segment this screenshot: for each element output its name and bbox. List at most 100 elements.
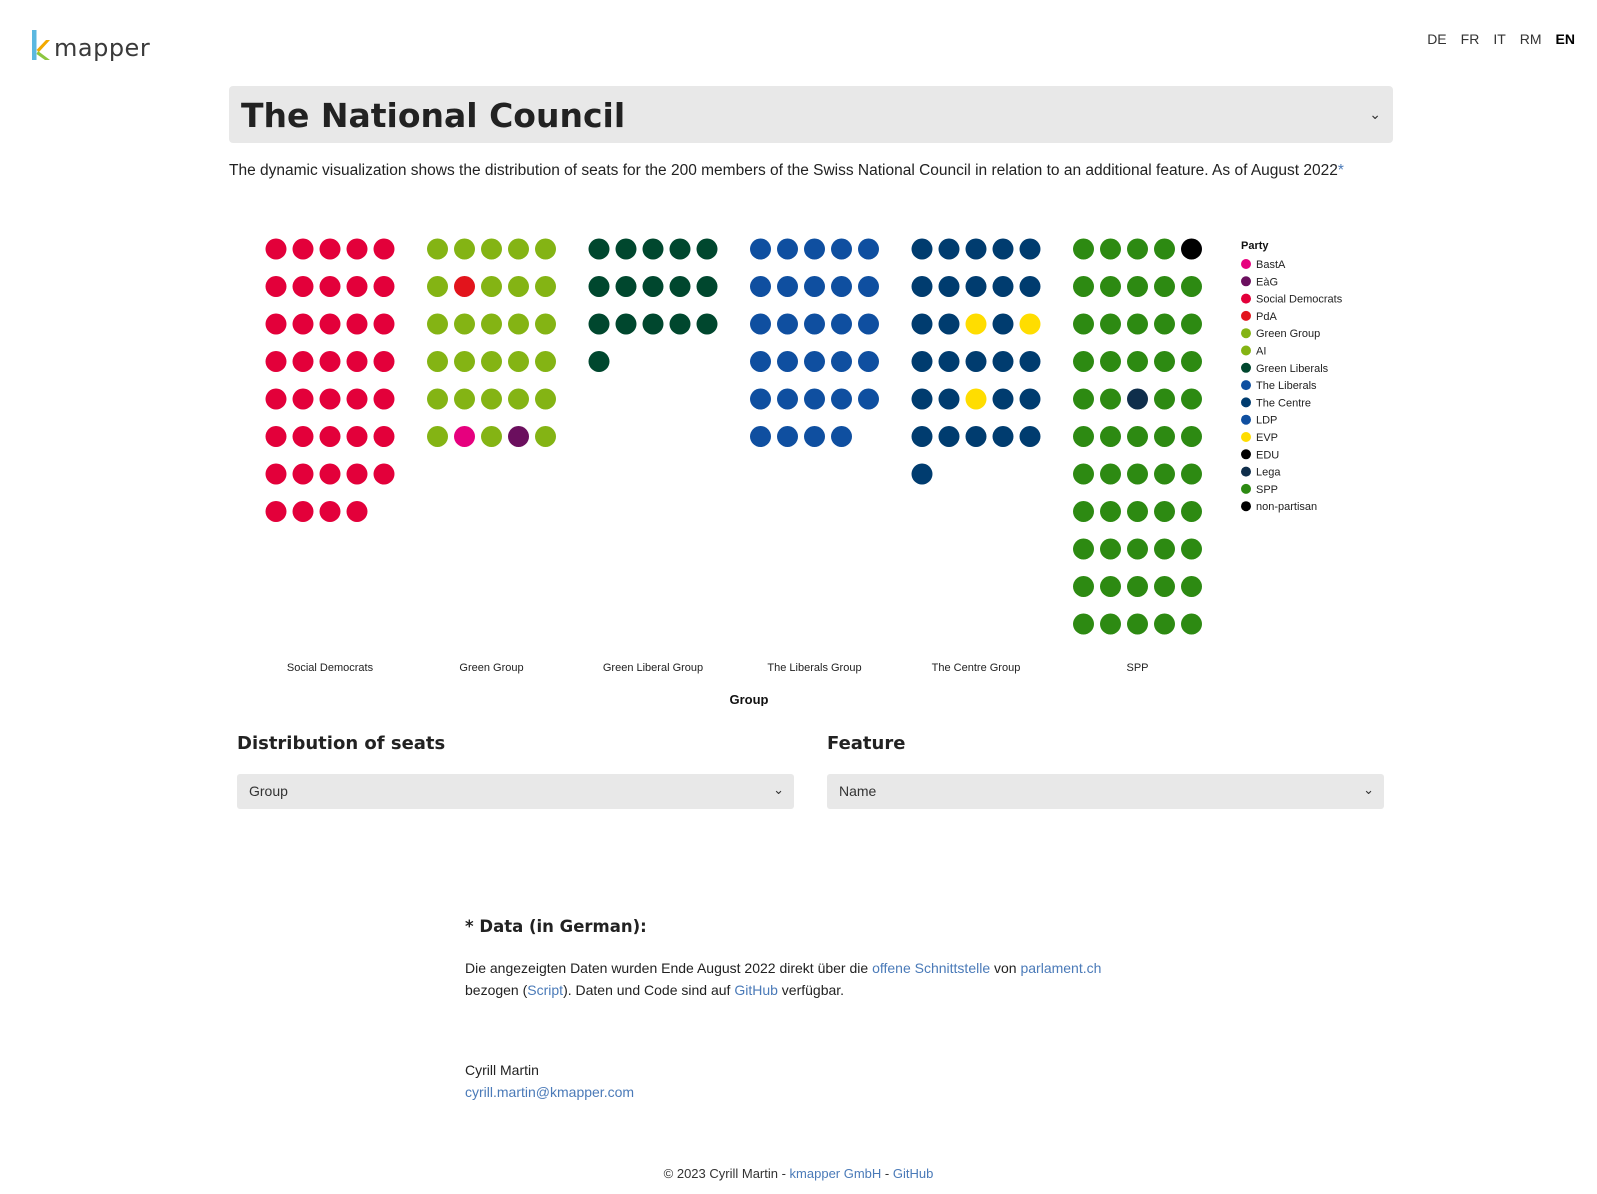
seat-dot[interactable] <box>292 426 314 447</box>
seat-dot[interactable] <box>1154 501 1175 522</box>
seat-dot[interactable] <box>669 238 691 260</box>
seat-dot[interactable] <box>1127 501 1148 522</box>
seat-dot[interactable] <box>777 276 798 297</box>
lang-fr[interactable]: FR <box>1461 31 1480 47</box>
seat-dot[interactable] <box>804 426 825 447</box>
seat-dot[interactable] <box>319 388 341 410</box>
seat-dot[interactable] <box>588 276 610 297</box>
seat-dot[interactable] <box>454 351 475 372</box>
seat-dot[interactable] <box>750 426 771 447</box>
seat-dot[interactable] <box>804 388 825 410</box>
seat-dot[interactable] <box>1127 276 1148 297</box>
seat-dot[interactable] <box>1073 613 1094 635</box>
seat-dot[interactable] <box>992 276 1014 297</box>
seat-dot[interactable] <box>427 426 448 447</box>
seat-dot[interactable] <box>1181 238 1202 260</box>
seat-dot[interactable] <box>265 276 287 297</box>
open-api-link[interactable]: offene Schnittstelle <box>872 960 990 976</box>
seat-dot[interactable] <box>1127 351 1148 372</box>
seat-dot[interactable] <box>427 276 448 297</box>
seat-dot[interactable] <box>750 238 771 260</box>
seat-dot[interactable] <box>1073 538 1094 560</box>
seat-dot[interactable] <box>911 426 933 447</box>
seat-dot[interactable] <box>508 388 529 410</box>
seat-dot[interactable] <box>373 276 395 297</box>
seat-dot[interactable] <box>911 238 933 260</box>
seat-dot[interactable] <box>1073 238 1094 260</box>
seat-dot[interactable] <box>319 351 341 372</box>
seat-dot[interactable] <box>1073 388 1094 410</box>
seat-dot[interactable] <box>1154 576 1175 597</box>
seat-dot[interactable] <box>1181 351 1202 372</box>
seat-dot[interactable] <box>1100 501 1121 522</box>
seat-dot[interactable] <box>265 388 287 410</box>
seat-dot[interactable] <box>696 313 718 335</box>
seat-dot[interactable] <box>1100 576 1121 597</box>
seat-dot[interactable] <box>1154 351 1175 372</box>
seat-dot[interactable] <box>615 313 637 335</box>
seat-dot[interactable] <box>965 238 987 260</box>
footer-github-link[interactable]: GitHub <box>893 1166 933 1181</box>
seat-dot[interactable] <box>292 463 314 485</box>
seat-dot[interactable] <box>346 351 368 372</box>
seat-dot[interactable] <box>965 351 987 372</box>
seat-dot[interactable] <box>1073 351 1094 372</box>
seat-dot[interactable] <box>804 351 825 372</box>
seat-dot[interactable] <box>615 238 637 260</box>
seat-dot[interactable] <box>1100 238 1121 260</box>
seat-dot[interactable] <box>965 313 987 335</box>
seat-dot[interactable] <box>1154 388 1175 410</box>
seat-dot[interactable] <box>938 276 960 297</box>
seat-dot[interactable] <box>1127 538 1148 560</box>
seat-dot[interactable] <box>777 388 798 410</box>
seat-dot[interactable] <box>1100 538 1121 560</box>
lang-rm[interactable]: RM <box>1520 31 1542 47</box>
seat-dot[interactable] <box>292 501 314 522</box>
seat-dot[interactable] <box>1019 351 1041 372</box>
seat-dot[interactable] <box>535 351 556 372</box>
seat-dot[interactable] <box>1019 313 1041 335</box>
seat-dot[interactable] <box>265 463 287 485</box>
seat-dot[interactable] <box>373 426 395 447</box>
seat-dot[interactable] <box>454 238 475 260</box>
seat-dot[interactable] <box>858 276 879 297</box>
seat-dot[interactable] <box>265 426 287 447</box>
seat-dot[interactable] <box>481 276 502 297</box>
seat-dot[interactable] <box>831 313 852 335</box>
seat-dot[interactable] <box>346 501 368 522</box>
seat-dot[interactable] <box>346 463 368 485</box>
seat-dot[interactable] <box>373 351 395 372</box>
seat-dot[interactable] <box>1181 576 1202 597</box>
seat-dot[interactable] <box>265 351 287 372</box>
seat-dot[interactable] <box>265 501 287 522</box>
seat-dot[interactable] <box>938 388 960 410</box>
seat-dot[interactable] <box>588 238 610 260</box>
seat-dot[interactable] <box>508 426 529 447</box>
seat-dot[interactable] <box>1154 313 1175 335</box>
seat-dot[interactable] <box>1127 313 1148 335</box>
seat-dot[interactable] <box>992 313 1014 335</box>
distribution-select[interactable]: Group ⌄ <box>237 774 794 809</box>
seat-dot[interactable] <box>535 276 556 297</box>
seat-dot[interactable] <box>1181 313 1202 335</box>
seat-dot[interactable] <box>1154 538 1175 560</box>
kmapper-link[interactable]: kmapper GmbH <box>790 1166 882 1181</box>
seat-dot[interactable] <box>1100 351 1121 372</box>
author-email-link[interactable]: cyrill.martin@kmapper.com <box>465 1084 634 1100</box>
seat-dot[interactable] <box>1100 613 1121 635</box>
seat-dot[interactable] <box>1154 613 1175 635</box>
seat-dot[interactable] <box>319 276 341 297</box>
seat-dot[interactable] <box>427 388 448 410</box>
seat-dot[interactable] <box>292 313 314 335</box>
seat-dot[interactable] <box>1127 426 1148 447</box>
seat-dot[interactable] <box>938 313 960 335</box>
seat-dot[interactable] <box>481 238 502 260</box>
seat-dot[interactable] <box>1154 276 1175 297</box>
seat-dot[interactable] <box>427 313 448 335</box>
seat-dot[interactable] <box>911 388 933 410</box>
seat-dot[interactable] <box>911 463 933 485</box>
seat-dot[interactable] <box>1154 426 1175 447</box>
seat-dot[interactable] <box>831 426 852 447</box>
seat-dot[interactable] <box>319 238 341 260</box>
seat-dot[interactable] <box>1019 276 1041 297</box>
